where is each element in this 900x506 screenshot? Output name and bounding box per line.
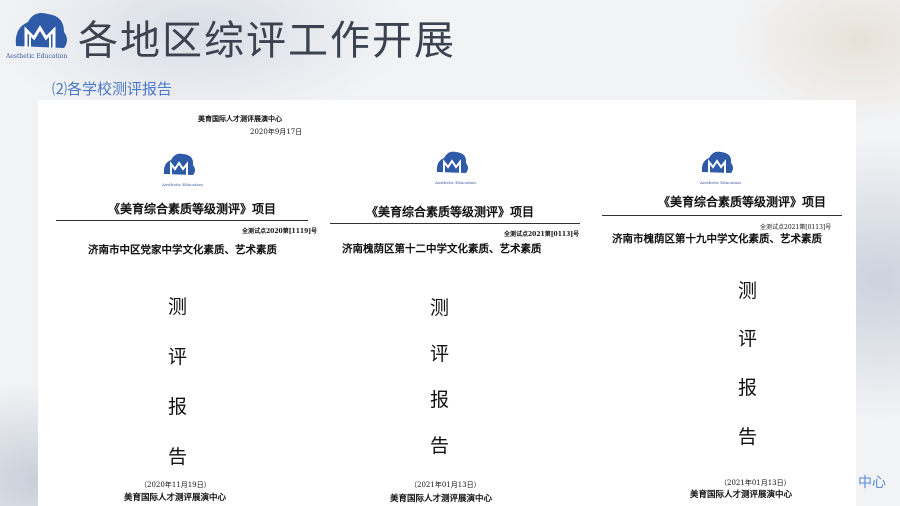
doc-top-date: 2020年9月17日	[250, 128, 303, 136]
doc-footer-org: 美育国际人才测评展演中心	[690, 490, 793, 500]
doc-school: 济南市中区党家中学文化素质、艺术素质	[88, 244, 277, 256]
doc-code: 全测试点2021第[0113]号	[504, 231, 580, 238]
doc-footer-org: 美育国际人才测评展演中心	[124, 493, 227, 503]
report-document-3: Aesthetic Education 《美育综合素质等级测评》项目 全测试点2…	[600, 100, 856, 506]
report-canvas: 美育国际人才测评展演中心 2020年9月17日 Aesthetic Educat…	[38, 100, 856, 506]
doc-report-char: 报	[168, 396, 188, 418]
doc-project-title: 《美育综合素质等级测评》项目	[366, 205, 535, 219]
doc-logo-caption: Aesthetic Education	[435, 180, 476, 185]
doc-report-char: 告	[430, 435, 450, 457]
doc-report-char: 告	[738, 426, 758, 448]
doc-report-char: 评	[168, 346, 188, 368]
doc-logo-icon	[163, 153, 195, 175]
doc-project-title: 《美育综合素质等级测评》项目	[108, 202, 277, 216]
doc-school: 济南市槐荫区第十九中学文化素质、艺术素质	[612, 233, 822, 245]
doc-title-rule	[602, 215, 842, 216]
background-ghost-text: 中心	[858, 475, 886, 491]
doc-code: 全测试点2021第[0113]号	[760, 224, 832, 231]
page-subtitle: ⑵各学校测评报告	[52, 80, 173, 98]
report-document-1: 美育国际人才测评展演中心 2020年9月17日 Aesthetic Educat…	[38, 100, 328, 506]
doc-report-char: 测	[430, 297, 450, 319]
doc-footer-date: （2021年01月13日）	[410, 481, 481, 489]
doc-logo-caption: Aesthetic Education	[700, 180, 741, 185]
doc-project-title: 《美育综合素质等级测评》项目	[658, 195, 827, 209]
doc-report-char: 告	[168, 446, 188, 468]
doc-title-rule	[56, 220, 308, 221]
page-title: 各地区综评工作开展	[78, 18, 456, 64]
report-document-2: Aesthetic Education 《美育综合素质等级测评》项目 全测试点2…	[328, 100, 600, 506]
doc-report-char: 报	[430, 389, 450, 411]
doc-report-char: 测	[168, 296, 188, 318]
doc-report-char: 测	[738, 280, 758, 302]
doc-school: 济南槐荫区第十二中学文化素质、艺术素质	[342, 243, 542, 255]
doc-report-char: 评	[430, 343, 450, 365]
doc-report-char: 报	[738, 377, 758, 399]
doc-logo-icon	[436, 151, 468, 173]
doc-logo-caption: Aesthetic Education	[162, 182, 203, 187]
doc-code: 全测试点2020第[1119]号	[242, 228, 318, 235]
doc-top-org: 美育国际人才测评展演中心	[198, 114, 282, 123]
logo-caption: Aesthetic Education	[6, 53, 68, 60]
doc-footer-date: （2021年01月13日）	[720, 479, 791, 487]
doc-report-char: 评	[738, 328, 758, 350]
doc-footer-org: 美育国际人才测评展演中心	[390, 494, 493, 504]
doc-footer-date: （2020年11月19日）	[140, 481, 211, 489]
doc-logo-icon	[701, 151, 733, 173]
doc-title-rule	[330, 223, 580, 224]
